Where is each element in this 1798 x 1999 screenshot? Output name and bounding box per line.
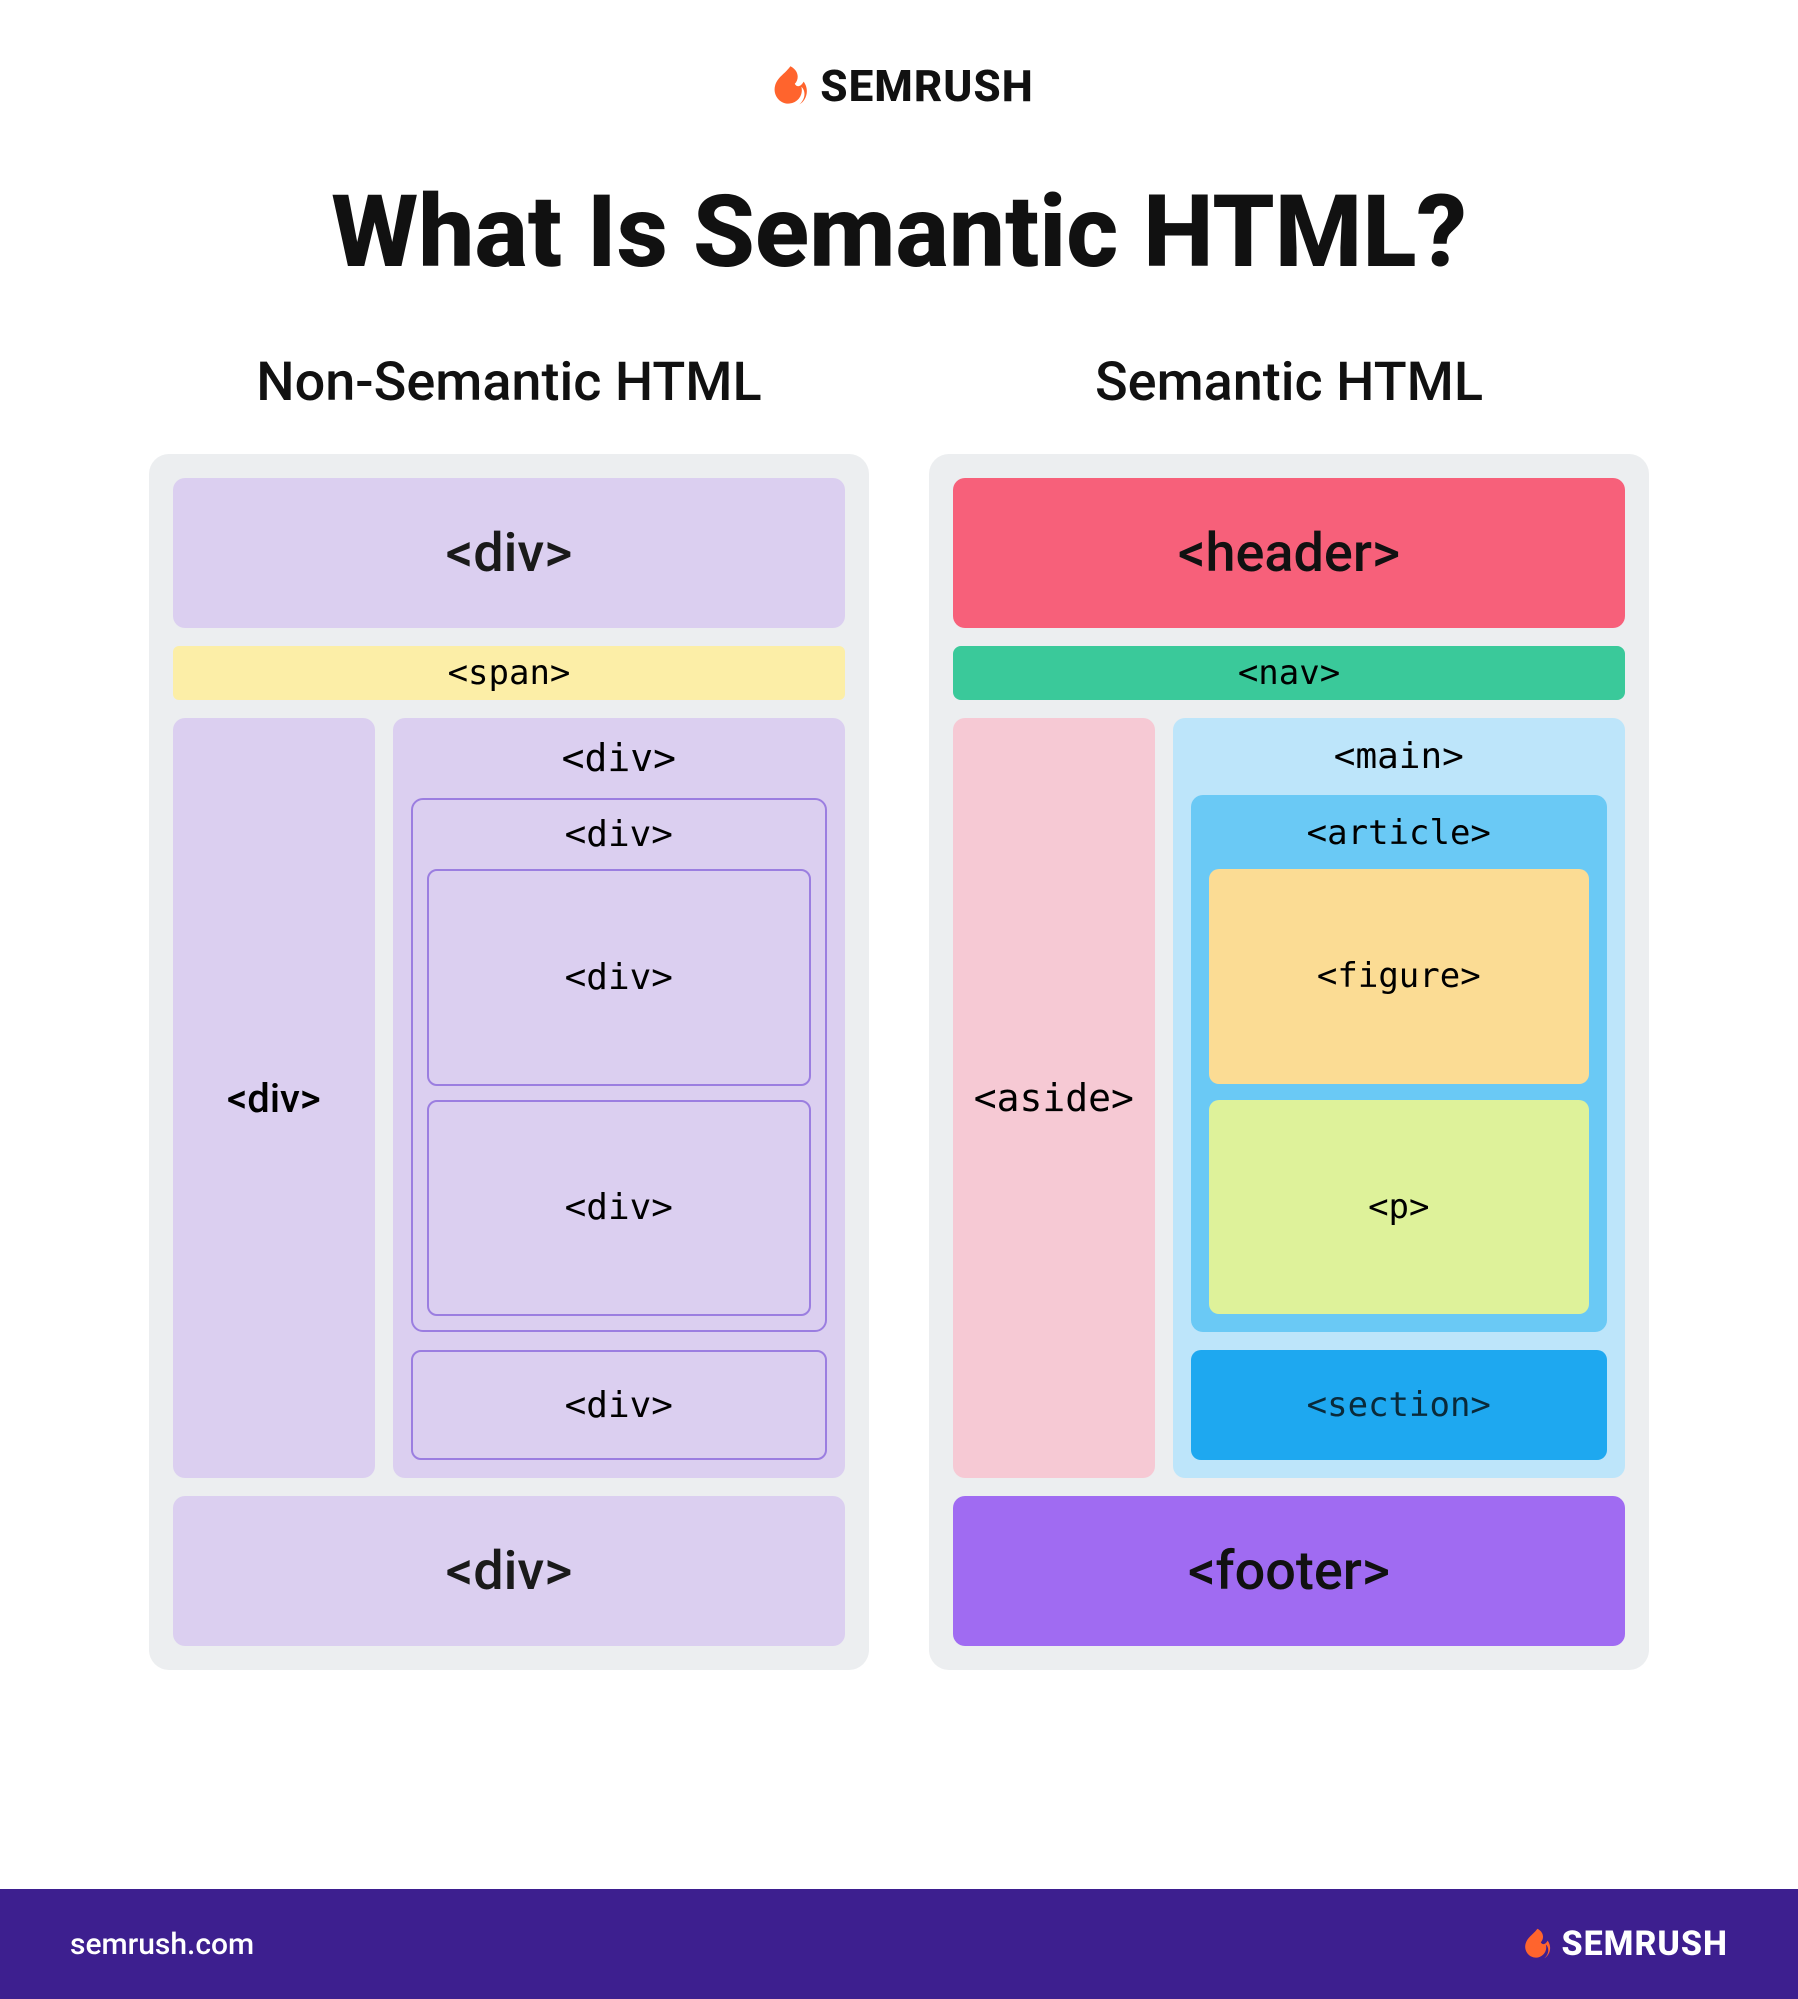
s-footer-box: <footer>	[953, 1496, 1625, 1646]
semantic-frame: <header> <nav> <aside> <main> <article> …	[929, 454, 1649, 1670]
footer-url: semrush.com	[70, 1927, 254, 1962]
ns-main-label: <div>	[411, 736, 827, 780]
brand-header: SEMRUSH	[0, 0, 1798, 144]
non-semantic-frame: <div> <span> <div> <div> <div> <div> <di…	[149, 454, 869, 1670]
ns-main-box: <div> <div> <div> <div> <div>	[393, 718, 845, 1478]
ns-section-box: <div>	[411, 1350, 827, 1460]
ns-article-label: <div>	[427, 814, 811, 855]
s-main-label: <main>	[1191, 736, 1607, 777]
s-section-box: <section>	[1191, 1350, 1607, 1460]
s-p-box: <p>	[1209, 1100, 1589, 1315]
page-title: What Is Semantic HTML?	[0, 144, 1798, 351]
brand-footer-bar: semrush.com SEMRUSH	[0, 1889, 1798, 1999]
ns-header-box: <div>	[173, 478, 845, 628]
s-article-box: <article> <figure> <p>	[1191, 795, 1607, 1332]
semantic-heading: Semantic HTML	[1095, 351, 1483, 414]
non-semantic-heading: Non-Semantic HTML	[256, 351, 761, 414]
ns-nav-box: <span>	[173, 646, 845, 700]
ns-aside-box: <div>	[173, 718, 375, 1478]
ns-p-box: <div>	[427, 1100, 811, 1317]
footer-brand-name: SEMRUSH	[1561, 1924, 1728, 1964]
s-nav-box: <nav>	[953, 646, 1625, 700]
ns-footer-box: <div>	[173, 1496, 845, 1646]
s-header-box: <header>	[953, 478, 1625, 628]
s-main-box: <main> <article> <figure> <p> <section>	[1173, 718, 1625, 1478]
ns-figure-box: <div>	[427, 869, 811, 1086]
ns-body-row: <div> <div> <div> <div> <div> <div>	[173, 718, 845, 1478]
non-semantic-column: Non-Semantic HTML <div> <span> <div> <di…	[149, 351, 869, 1829]
ns-article-box: <div> <div> <div>	[411, 798, 827, 1332]
semrush-flame-icon	[1517, 1927, 1551, 1961]
s-article-label: <article>	[1209, 813, 1589, 853]
footer-brand: SEMRUSH	[1517, 1924, 1728, 1964]
comparison-columns: Non-Semantic HTML <div> <span> <div> <di…	[0, 351, 1798, 1829]
s-aside-box: <aside>	[953, 718, 1155, 1478]
brand-name: SEMRUSH	[820, 60, 1033, 112]
s-body-row: <aside> <main> <article> <figure> <p> <s…	[953, 718, 1625, 1478]
semantic-column: Semantic HTML <header> <nav> <aside> <ma…	[929, 351, 1649, 1829]
semrush-flame-icon	[764, 64, 808, 108]
s-figure-box: <figure>	[1209, 869, 1589, 1084]
